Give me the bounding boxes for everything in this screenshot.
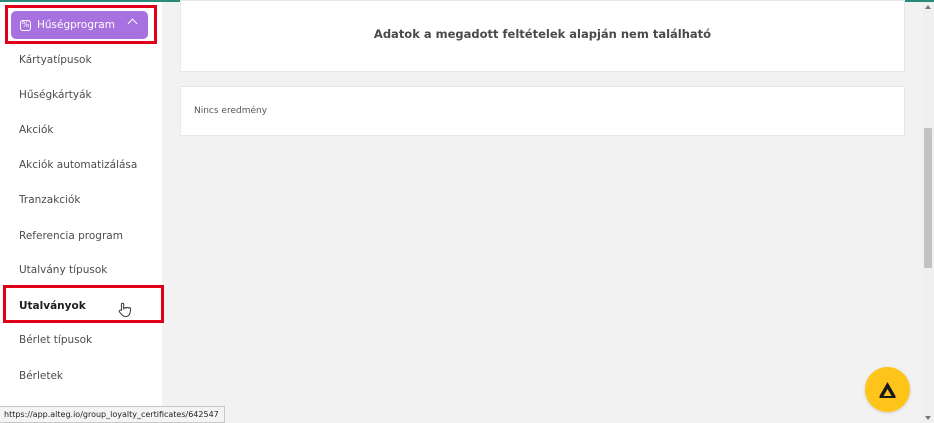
highlight-box-menu — [5, 5, 157, 44]
sidebar-item-transactions[interactable]: Tranzakciók — [19, 194, 81, 206]
logo-icon — [879, 382, 896, 398]
sidebar-item-loyalty-cards[interactable]: Hűségkártyák — [19, 89, 92, 101]
scrollbar-thumb[interactable] — [924, 128, 932, 268]
scroll-down-arrow-icon[interactable] — [925, 416, 931, 420]
sidebar-item-promotions[interactable]: Akciók — [19, 124, 53, 136]
sidebar-item-referral-program[interactable]: Referencia program — [19, 230, 123, 242]
empty-state-message: Adatok a megadott feltételek alapján nem… — [373, 27, 712, 41]
sidebar-item-card-types[interactable]: Kártyatípusok — [19, 54, 92, 66]
empty-state-card: Adatok a megadott feltételek alapján nem… — [180, 0, 905, 72]
status-bar-url: https://app.alteg.io/group_loyalty_certi… — [0, 406, 225, 423]
chat-launcher-button[interactable] — [865, 367, 910, 412]
sidebar-item-pass-types[interactable]: Bérlet típusok — [19, 334, 92, 346]
sidebar-item-passes[interactable]: Bérletek — [19, 370, 63, 382]
results-card: Nincs eredmény — [180, 86, 905, 136]
sidebar-item-voucher-types[interactable]: Utalvány típusok — [19, 264, 107, 276]
no-results-text: Nincs eredmény — [194, 106, 268, 116]
sidebar-item-promotion-automation[interactable]: Akciók automatizálása — [19, 159, 137, 171]
scroll-up-arrow-icon[interactable] — [925, 5, 931, 9]
highlight-box-vouchers — [3, 285, 164, 323]
vertical-scrollbar[interactable] — [922, 2, 934, 423]
sidebar: % Hűségprogram Kártyatípusok Hűségkártyá… — [0, 2, 162, 423]
